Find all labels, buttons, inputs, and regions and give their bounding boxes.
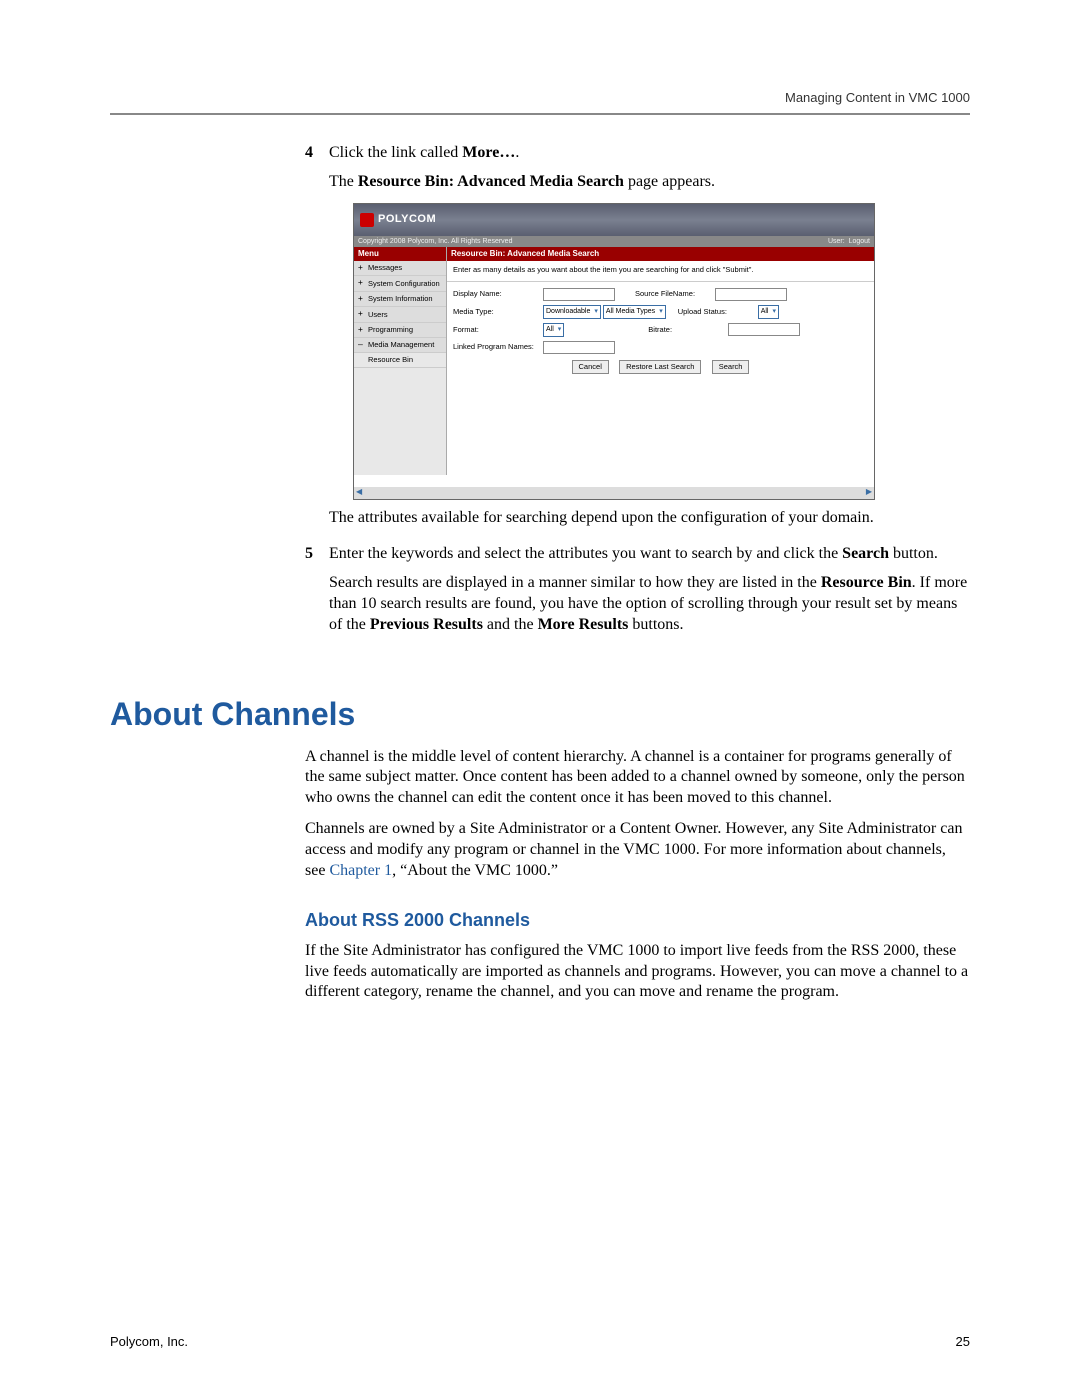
ss-scrollbar[interactable]: ◀▶ — [354, 487, 874, 499]
sel-val: All — [546, 325, 554, 334]
lbl-bitrate: Bitrate: — [648, 325, 728, 335]
ss-userarea: User: Logout — [828, 237, 870, 246]
lbl-display-name: Display Name: — [453, 289, 543, 299]
chapter1-link[interactable]: Chapter 1 — [329, 862, 392, 879]
heading-about-channels: About Channels — [110, 696, 970, 733]
s4l2bold: Resource Bin: Advanced Media Search — [358, 173, 624, 190]
polycom-logo-text: POLYCOM — [378, 212, 436, 226]
input-linked[interactable] — [543, 341, 615, 354]
step-5-para2: Search results are displayed in a manner… — [329, 573, 970, 635]
lbl-linked: Linked Program Names: — [453, 342, 543, 352]
input-display-name[interactable] — [543, 288, 615, 301]
channels-para1: A channel is the middle level of content… — [305, 747, 970, 809]
select-downloadable[interactable]: Downloadable — [543, 305, 601, 319]
after-ss-para: The attributes available for searching d… — [329, 508, 970, 529]
menu-item-label: Media Management — [368, 340, 434, 350]
s4l2b: page appears. — [624, 173, 715, 190]
scroll-right-icon[interactable]: ▶ — [866, 487, 872, 497]
select-format[interactable]: All — [543, 323, 564, 337]
page-header-right: Managing Content in VMC 1000 — [110, 90, 970, 105]
collapse-icon: – — [358, 340, 366, 350]
s5p2b3: More Results — [538, 616, 629, 633]
sel-val: Downloadable — [546, 307, 590, 316]
select-all-media[interactable]: All Media Types — [603, 305, 666, 319]
s5p2a: Search results are displayed in a manner… — [329, 574, 821, 591]
ss-copyright: Copyright 2008 Polycom, Inc. All Rights … — [358, 237, 512, 246]
embedded-screenshot: POLYCOM Copyright 2008 Polycom, Inc. All… — [353, 203, 875, 500]
ss-panel-title: Resource Bin: Advanced Media Search — [447, 247, 874, 261]
sel-val: All Media Types — [606, 307, 655, 316]
s5bold: Search — [842, 545, 889, 562]
expand-icon: + — [358, 278, 366, 288]
ss-menu: Menu +Messages +System Configuration +Sy… — [354, 247, 447, 475]
s5p2b1: Resource Bin — [821, 574, 912, 591]
input-bitrate[interactable] — [728, 323, 800, 336]
ss-menu-header: Menu — [354, 247, 446, 261]
ss-main: Resource Bin: Advanced Media Search Ente… — [447, 247, 874, 475]
search-button[interactable]: Search — [712, 360, 750, 374]
step4-a: Click the link called — [329, 144, 462, 161]
step-5-text: Enter the keywords and select the attrib… — [329, 544, 970, 645]
polycom-logo: POLYCOM — [360, 212, 436, 226]
s5p2e: buttons. — [628, 616, 683, 633]
menu-item-label: Users — [368, 310, 388, 320]
menu-programming[interactable]: +Programming — [354, 323, 446, 338]
select-upload-status[interactable]: All — [758, 305, 779, 319]
menu-mediamgmt[interactable]: –Media Management — [354, 338, 446, 353]
menu-messages[interactable]: +Messages — [354, 261, 446, 276]
cancel-button[interactable]: Cancel — [572, 360, 609, 374]
lbl-upload-status: Upload Status: — [678, 307, 758, 317]
footer-page-number: 25 — [956, 1334, 970, 1349]
s5a: Enter the keywords and select the attrib… — [329, 545, 842, 562]
s5p2d: and the — [483, 616, 538, 633]
step-4-text: Click the link called More…. The Resourc… — [329, 143, 970, 538]
scroll-left-icon[interactable]: ◀ — [356, 487, 362, 497]
menu-item-label: System Information — [368, 294, 433, 304]
menu-item-label: Programming — [368, 325, 413, 335]
heading-rss-channels: About RSS 2000 Channels — [305, 909, 970, 932]
step-5: 5 Enter the keywords and select the attr… — [305, 544, 970, 645]
p2b: , “About the VMC 1000.” — [392, 862, 558, 879]
sel-val: All — [761, 307, 769, 316]
step4-line2: The Resource Bin: Advanced Media Search … — [329, 172, 970, 193]
s5b: button. — [889, 545, 938, 562]
ss-copyright-bar: Copyright 2008 Polycom, Inc. All Rights … — [354, 236, 874, 247]
ss-button-row: Cancel Restore Last Search Search — [453, 360, 868, 374]
lbl-format: Format: — [453, 325, 543, 335]
expand-icon: + — [358, 294, 366, 304]
menu-sysconfig[interactable]: +System Configuration — [354, 276, 446, 291]
step4-bold: More… — [462, 144, 515, 161]
expand-icon: + — [358, 309, 366, 319]
restore-button[interactable]: Restore Last Search — [619, 360, 701, 374]
menu-resourcebin[interactable]: Resource Bin — [354, 353, 446, 368]
ss-instruction: Enter as many details as you want about … — [447, 261, 874, 282]
ss-form: Display Name: Source FileName: Media Typ… — [447, 282, 874, 380]
ss-user-label: User: — [828, 238, 845, 245]
polycom-logo-icon — [360, 213, 374, 227]
footer-left: Polycom, Inc. — [110, 1334, 188, 1349]
lbl-source-filename: Source FileName: — [635, 289, 715, 299]
header-rule — [110, 113, 970, 115]
ss-logout[interactable]: Logout — [849, 238, 870, 245]
step-4: 4 Click the link called More…. The Resou… — [305, 143, 970, 538]
s5p2b2: Previous Results — [370, 616, 483, 633]
rss-para: If the Site Administrator has configured… — [305, 941, 970, 1003]
menu-item-label: System Configuration — [368, 279, 440, 289]
page-footer: Polycom, Inc. 25 — [110, 1334, 970, 1349]
step4-b: . — [515, 144, 519, 161]
expand-icon: + — [358, 263, 366, 273]
menu-users[interactable]: +Users — [354, 307, 446, 322]
menu-item-label: Resource Bin — [368, 355, 413, 365]
ss-banner: POLYCOM — [354, 204, 874, 236]
lbl-media-type: Media Type: — [453, 307, 543, 317]
menu-sysinfo[interactable]: +System Information — [354, 292, 446, 307]
step-5-number: 5 — [305, 544, 329, 645]
expand-icon: + — [358, 325, 366, 335]
s4l2a: The — [329, 173, 358, 190]
input-source-filename[interactable] — [715, 288, 787, 301]
channels-para2: Channels are owned by a Site Administrat… — [305, 819, 970, 881]
menu-item-label: Messages — [368, 263, 402, 273]
step-4-number: 4 — [305, 143, 329, 538]
